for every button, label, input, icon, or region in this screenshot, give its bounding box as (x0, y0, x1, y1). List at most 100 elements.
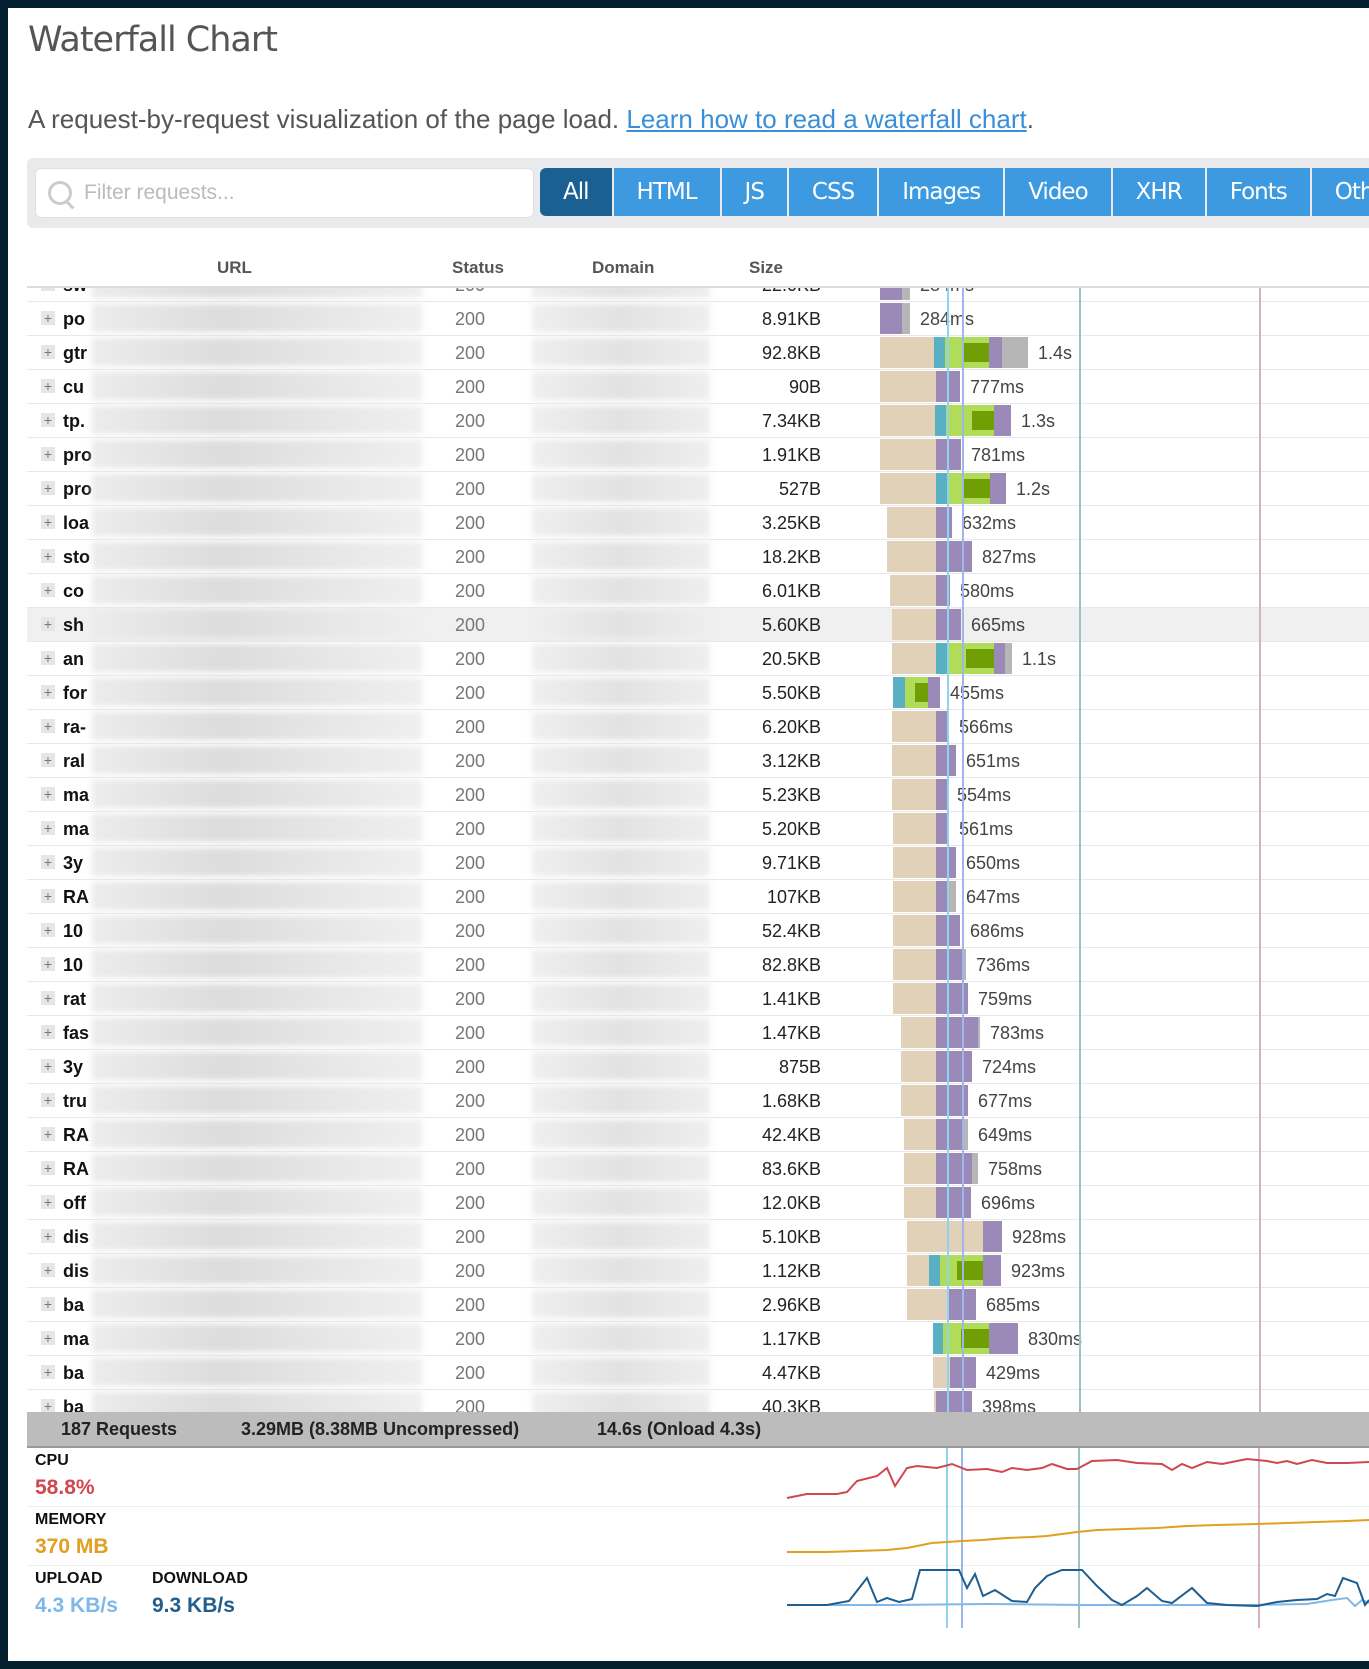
request-url[interactable]: pro (63, 445, 92, 466)
expand-row-icon[interactable]: + (41, 345, 55, 359)
expand-row-icon[interactable]: + (41, 855, 55, 869)
table-row[interactable]: + an 200 20.5KB 1.1s (27, 642, 1369, 676)
table-row[interactable]: + loa 200 3.25KB 632ms (27, 506, 1369, 540)
expand-row-icon[interactable]: + (41, 1331, 55, 1345)
request-url[interactable]: for (63, 683, 87, 704)
table-row[interactable]: + ral 200 3.12KB 651ms (27, 744, 1369, 778)
expand-row-icon[interactable]: + (41, 1399, 55, 1412)
request-url[interactable]: sh (63, 615, 84, 636)
tab-images[interactable]: Images (879, 168, 1006, 216)
expand-row-icon[interactable]: + (41, 583, 55, 597)
table-row[interactable]: + pro 200 527B 1.2s (27, 472, 1369, 506)
expand-row-icon[interactable]: + (41, 1093, 55, 1107)
expand-row-icon[interactable]: + (41, 515, 55, 529)
table-row[interactable]: + gtr 200 92.8KB 1.4s (27, 336, 1369, 370)
learn-waterfall-link[interactable]: Learn how to read a waterfall chart (626, 104, 1026, 134)
table-row[interactable]: +3y 200 9.71KB 650ms (27, 846, 1369, 880)
request-url[interactable]: po (63, 309, 85, 330)
request-url[interactable]: 10 (63, 955, 83, 976)
request-url[interactable]: cu (63, 377, 84, 398)
expand-row-icon[interactable]: + (41, 923, 55, 937)
table-row[interactable]: + ba 200 2.96KB 685ms (27, 1288, 1369, 1322)
tab-css[interactable]: CSS (788, 168, 880, 216)
table-row[interactable]: +10 200 82.8KB 736ms (27, 948, 1369, 982)
expand-row-icon[interactable]: + (41, 379, 55, 393)
tab-xhr[interactable]: XHR (1112, 168, 1207, 216)
column-size[interactable]: Size (749, 258, 783, 278)
expand-row-icon[interactable]: + (41, 549, 55, 563)
request-url[interactable]: 3y (63, 1057, 83, 1078)
tab-html[interactable]: HTML (613, 168, 722, 216)
expand-row-icon[interactable]: + (41, 1229, 55, 1243)
table-row[interactable]: + RA 200 42.4KB 649ms (27, 1118, 1369, 1152)
expand-row-icon[interactable]: + (41, 1297, 55, 1311)
expand-row-icon[interactable]: + (41, 447, 55, 461)
expand-row-icon[interactable]: + (41, 311, 55, 325)
expand-row-icon[interactable]: + (41, 1025, 55, 1039)
table-row[interactable]: + RA 200 107KB 647ms (27, 880, 1369, 914)
table-row[interactable]: + fas 200 1.47KB 783ms (27, 1016, 1369, 1050)
request-url[interactable]: off (63, 1193, 86, 1214)
request-url[interactable]: tp. (63, 411, 85, 432)
request-url[interactable]: fas (63, 1023, 89, 1044)
expand-row-icon[interactable]: + (41, 685, 55, 699)
expand-row-icon[interactable]: + (41, 1161, 55, 1175)
table-row[interactable]: + for 200 5.50KB 455ms (27, 676, 1369, 710)
expand-row-icon[interactable]: + (41, 1127, 55, 1141)
table-row[interactable]: + ma 200 5.20KB 561ms (27, 812, 1369, 846)
expand-row-icon[interactable]: + (41, 1195, 55, 1209)
table-row[interactable]: +10 200 52.4KB 686ms (27, 914, 1369, 948)
request-url[interactable]: ba (63, 1397, 84, 1412)
request-url[interactable]: loa (63, 513, 89, 534)
request-url[interactable]: 3y (63, 853, 83, 874)
table-row[interactable]: + tru 200 1.68KB 677ms (27, 1084, 1369, 1118)
expand-row-icon[interactable]: + (41, 651, 55, 665)
filter-search-box[interactable] (35, 168, 534, 218)
request-url[interactable]: RA (63, 887, 89, 908)
expand-row-icon[interactable]: + (41, 1059, 55, 1073)
column-url[interactable]: URL (217, 258, 252, 278)
request-url[interactable]: ma (63, 785, 89, 806)
expand-row-icon[interactable]: + (41, 957, 55, 971)
table-row[interactable]: + off 200 12.0KB 696ms (27, 1186, 1369, 1220)
expand-row-icon[interactable]: + (41, 821, 55, 835)
request-url[interactable]: RA (63, 1125, 89, 1146)
request-url[interactable]: 10 (63, 921, 83, 942)
request-url[interactable]: dis (63, 1227, 89, 1248)
request-url[interactable]: co (63, 581, 84, 602)
table-row[interactable]: + sh 200 5.60KB 665ms (27, 608, 1369, 642)
expand-row-icon[interactable]: + (41, 481, 55, 495)
table-row[interactable]: + dis 200 5.10KB 928ms (27, 1220, 1369, 1254)
tab-js[interactable]: JS (721, 168, 789, 216)
column-domain[interactable]: Domain (592, 258, 654, 278)
expand-row-icon[interactable]: + (41, 1365, 55, 1379)
request-url[interactable]: an (63, 649, 84, 670)
expand-row-icon[interactable]: + (41, 787, 55, 801)
request-url[interactable]: pro (63, 479, 92, 500)
table-row[interactable]: + ba 200 4.47KB 429ms (27, 1356, 1369, 1390)
table-row[interactable]: + co 200 6.01KB 580ms (27, 574, 1369, 608)
request-url[interactable]: rat (63, 989, 86, 1010)
tab-fonts[interactable]: Fonts (1206, 168, 1312, 216)
request-url[interactable]: ma (63, 819, 89, 840)
table-row[interactable]: + ra- 200 6.20KB 566ms (27, 710, 1369, 744)
request-url[interactable]: RA (63, 1159, 89, 1180)
expand-row-icon[interactable]: + (41, 889, 55, 903)
table-row[interactable]: + pro 200 1.91KB 781ms (27, 438, 1369, 472)
table-row[interactable]: + ma 200 5.23KB 554ms (27, 778, 1369, 812)
request-url[interactable]: gtr (63, 343, 87, 364)
table-row[interactable]: + cu 200 90B 777ms (27, 370, 1369, 404)
request-url[interactable]: ma (63, 1329, 89, 1350)
table-row[interactable]: +3y 200 875B 724ms (27, 1050, 1369, 1084)
request-url[interactable]: tru (63, 1091, 87, 1112)
table-row[interactable]: + ba 200 40.3KB 398ms (27, 1390, 1369, 1412)
table-row[interactable]: + sto 200 18.2KB 827ms (27, 540, 1369, 574)
request-url[interactable]: ral (63, 751, 85, 772)
filter-requests-input[interactable] (82, 175, 526, 211)
expand-row-icon[interactable]: + (41, 991, 55, 1005)
table-row[interactable]: + dis 200 1.12KB 923ms (27, 1254, 1369, 1288)
table-row[interactable]: + RA 200 83.6KB 758ms (27, 1152, 1369, 1186)
request-url[interactable]: ba (63, 1295, 84, 1316)
expand-row-icon[interactable]: + (41, 413, 55, 427)
table-row[interactable]: + rat 200 1.41KB 759ms (27, 982, 1369, 1016)
